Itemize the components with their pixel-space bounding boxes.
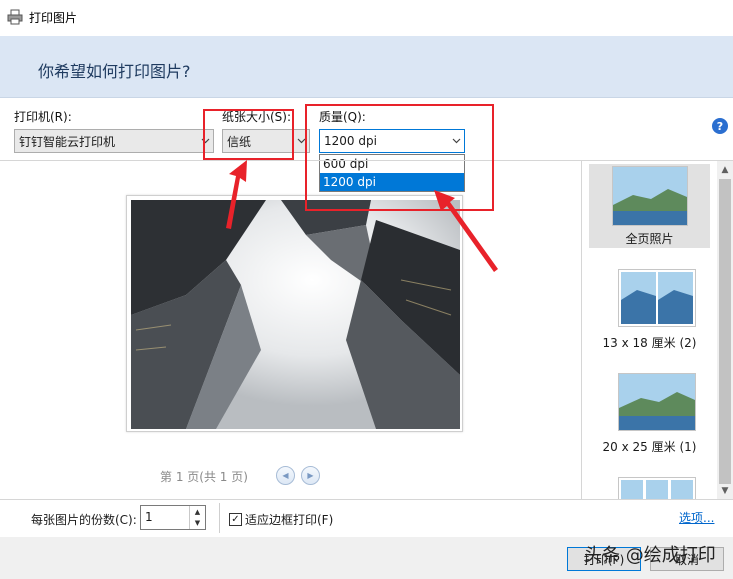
- fit-checkbox[interactable]: ✓: [229, 513, 242, 526]
- layout-full-page[interactable]: 全页照片: [589, 164, 710, 248]
- print-preview: [126, 195, 463, 432]
- copies-stepper[interactable]: 1 ▲ ▼: [140, 505, 206, 530]
- printer-select[interactable]: 钉钉智能云打印机: [14, 129, 214, 153]
- layout-13x18[interactable]: 13 x 18 厘米 (2): [589, 269, 710, 353]
- separator: [219, 503, 220, 533]
- watermark: 头条 @绘成打印: [584, 545, 716, 566]
- layout-more[interactable]: [589, 477, 710, 499]
- options-link[interactable]: 选项...: [679, 509, 714, 526]
- help-icon[interactable]: ?: [712, 118, 728, 134]
- layout-label: 20 x 25 厘米 (1): [602, 440, 697, 454]
- annotation-box-quality: [305, 104, 494, 211]
- stepper-up-icon[interactable]: ▲: [190, 506, 205, 517]
- layout-thumbnail: [618, 477, 696, 499]
- next-page-icon[interactable]: ▶: [301, 466, 320, 485]
- layout-thumbnail: [618, 269, 696, 327]
- stepper-buttons: ▲ ▼: [189, 506, 205, 529]
- prev-page-icon[interactable]: ◀: [276, 466, 295, 485]
- header-banner: 你希望如何打印图片?: [0, 36, 733, 98]
- scroll-up-icon[interactable]: ▲: [717, 161, 733, 178]
- layout-scrollbar[interactable]: ▲ ▼: [717, 161, 733, 499]
- printer-icon: [7, 9, 23, 25]
- preview-photo: [131, 200, 460, 429]
- layout-20x25[interactable]: 20 x 25 厘米 (1): [589, 373, 710, 457]
- printer-label: 打印机(R):: [14, 110, 72, 124]
- layout-thumbnail: [612, 166, 688, 226]
- annotation-box-paper: [203, 109, 294, 160]
- fit-label: 适应边框打印(F): [245, 513, 334, 527]
- page-indicator: 第 1 页(共 1 页): [160, 470, 248, 484]
- layout-label: 13 x 18 厘米 (2): [602, 336, 697, 350]
- scroll-down-icon[interactable]: ▼: [717, 482, 733, 499]
- stepper-down-icon[interactable]: ▼: [190, 517, 205, 528]
- printer-value: 钉钉智能云打印机: [19, 134, 116, 149]
- copies-label: 每张图片的份数(C):: [31, 513, 137, 527]
- scroll-thumb[interactable]: [719, 179, 731, 484]
- layout-label: 全页照片: [625, 232, 674, 246]
- layout-list: 全页照片 13 x 18 厘米 (2) 20 x 25 厘米 (1): [582, 161, 717, 499]
- fit-to-frame-option[interactable]: ✓ 适应边框打印(F): [229, 511, 333, 528]
- page-title: 你希望如何打印图片?: [38, 62, 191, 81]
- title-bar: 打印图片: [0, 0, 733, 34]
- copies-value[interactable]: 1: [145, 510, 153, 524]
- window-title: 打印图片: [29, 10, 78, 25]
- layout-thumbnail: [618, 373, 696, 431]
